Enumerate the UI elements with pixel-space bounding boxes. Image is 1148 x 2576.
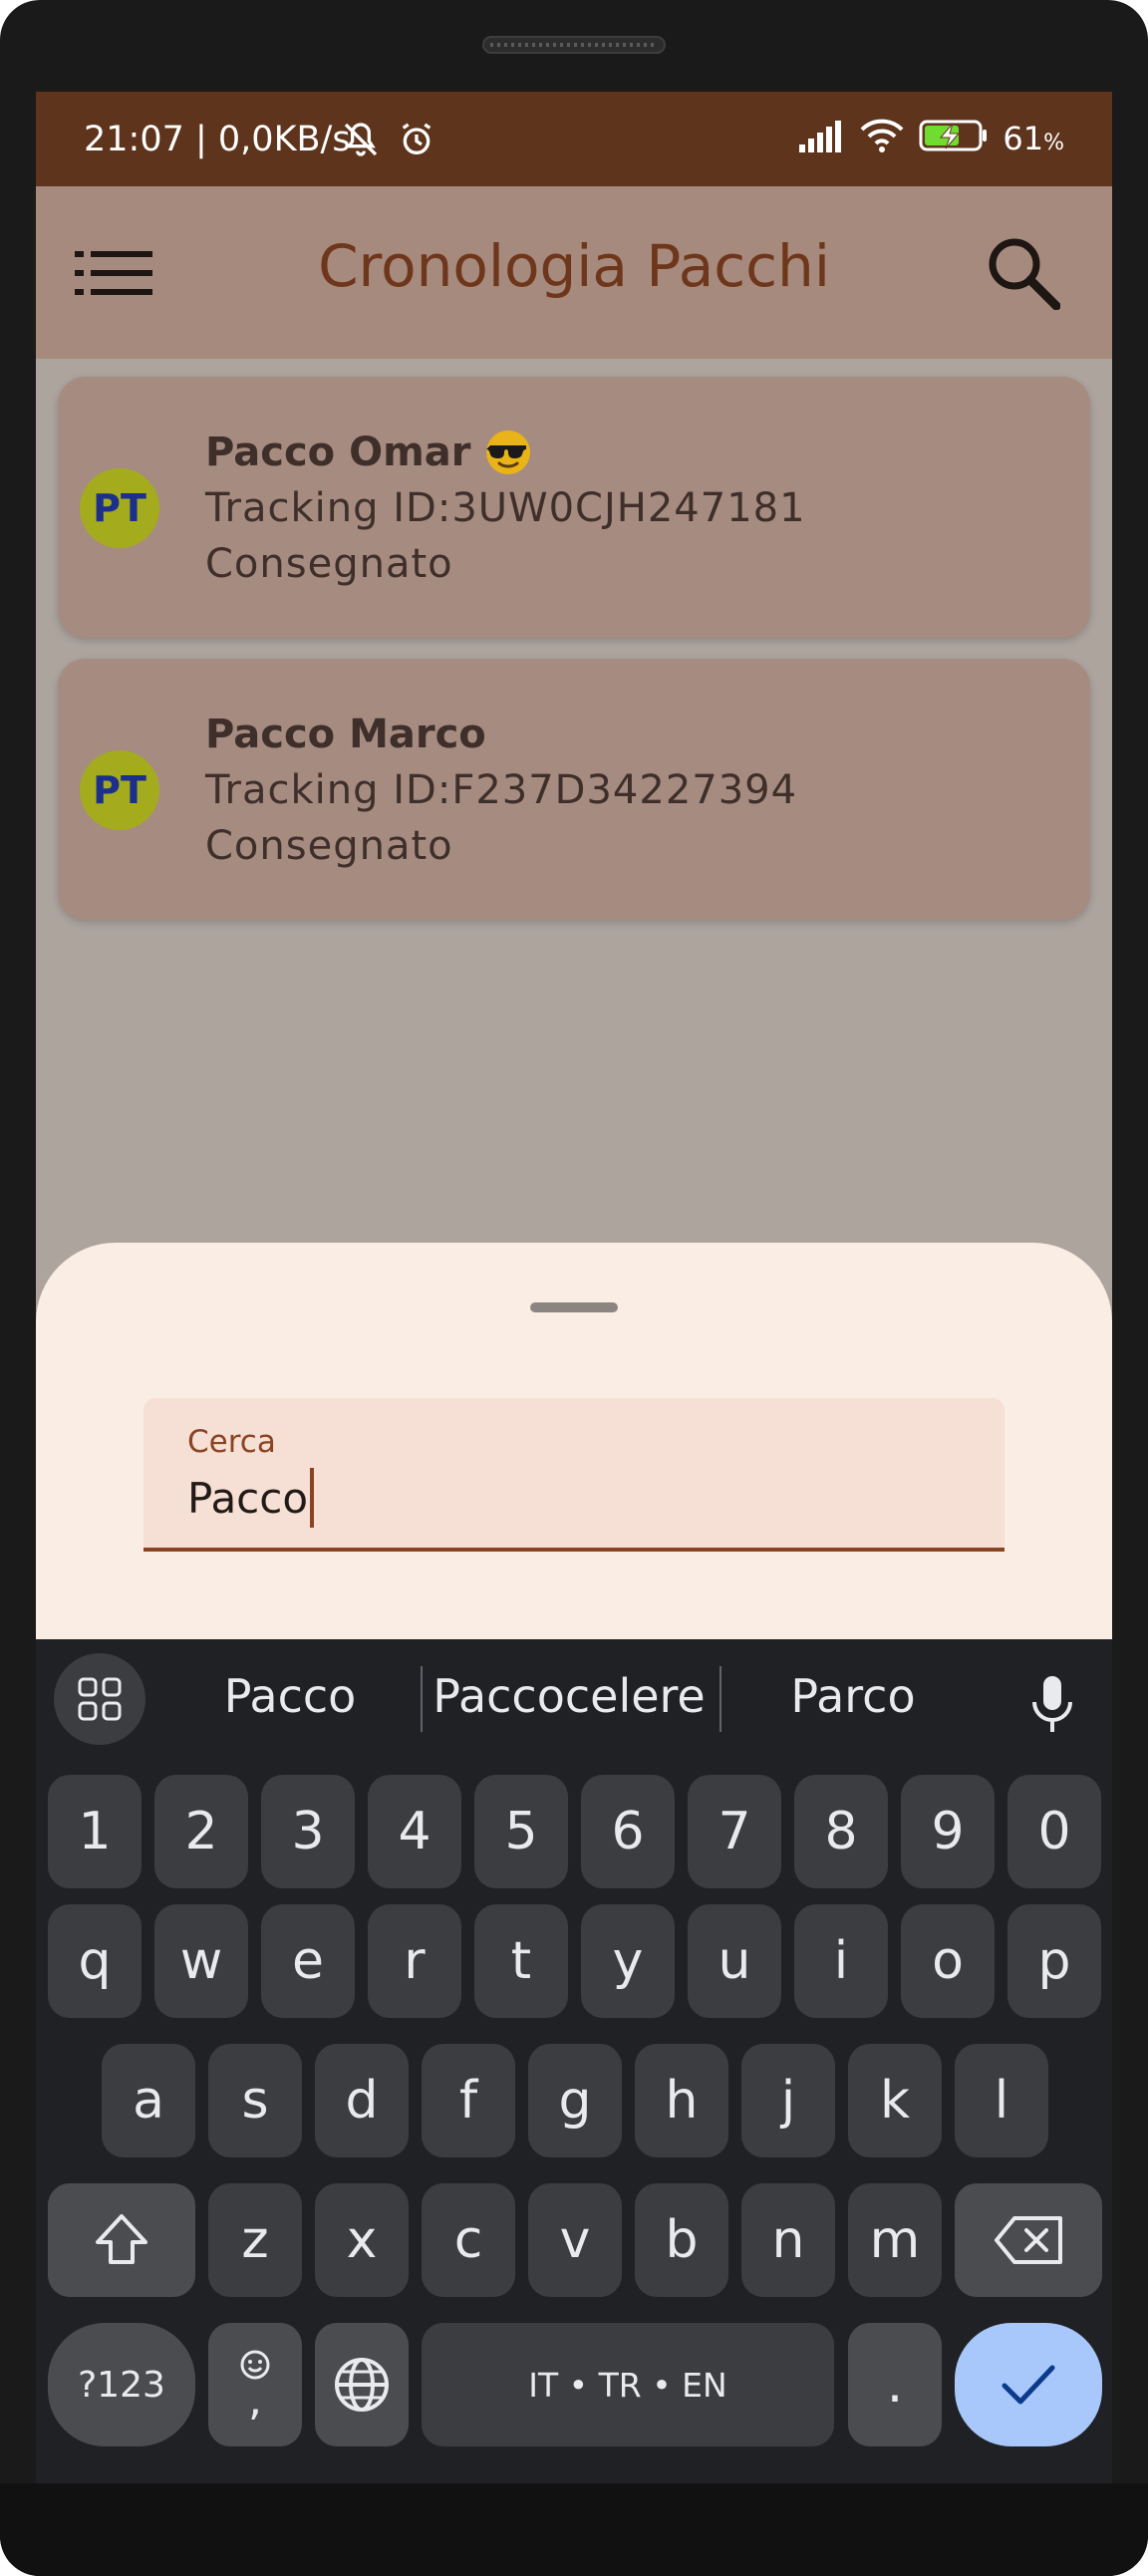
search-bottom-sheet: Cerca Pacco [36, 1243, 1112, 1661]
tracking-id: Tracking ID:F237D34227394 [205, 767, 798, 813]
key-5[interactable]: 5 [474, 1775, 568, 1888]
package-card[interactable]: PT Pacco Omar Tracking ID:3UW0CJH247181 … [58, 377, 1090, 638]
key-7[interactable]: 7 [688, 1775, 781, 1888]
search-field-label: Cerca [187, 1424, 276, 1460]
period-key[interactable]: . [848, 2323, 942, 2446]
key-4[interactable]: 4 [368, 1775, 461, 1888]
suggestion-item[interactable]: Paccocelere [425, 1669, 714, 1723]
microphone-icon [1032, 1676, 1072, 1732]
courier-avatar: PT [80, 468, 159, 548]
key-c[interactable]: c [422, 2183, 515, 2297]
emoji-comma-key[interactable]: , [208, 2323, 302, 2446]
keyboard-apps-button[interactable] [54, 1653, 145, 1745]
space-key[interactable]: IT • TR • EN [422, 2323, 834, 2446]
key-u[interactable]: u [688, 1904, 781, 2018]
key-g[interactable]: g [528, 2044, 622, 2157]
search-button[interactable] [983, 232, 1062, 312]
package-name: Pacco Marco [205, 712, 486, 757]
app-bar: Cronologia Pacchi [36, 186, 1112, 359]
shift-key[interactable] [48, 2183, 195, 2297]
key-3[interactable]: 3 [261, 1775, 355, 1888]
key-8[interactable]: 8 [794, 1775, 888, 1888]
key-k[interactable]: k [848, 2044, 942, 2157]
status-bar: 21:07 | 0,0KB/s 61% [36, 92, 1112, 186]
package-list: PT Pacco Omar Tracking ID:3UW0CJH247181 … [58, 377, 1090, 941]
key-z[interactable]: z [208, 2183, 302, 2297]
key-m[interactable]: m [848, 2183, 942, 2297]
phone-frame: 21:07 | 0,0KB/s 61% Cronologia Pacchi PT… [0, 0, 1148, 2576]
battery-percent: 61% [1003, 119, 1064, 157]
backspace-icon [995, 2216, 1062, 2264]
page-title: Cronologia Pacchi [318, 232, 830, 300]
battery-charging-icon [919, 119, 989, 157]
suggestion-divider [421, 1666, 423, 1732]
package-card[interactable]: PT Pacco Marco Tracking ID:F237D34227394… [58, 659, 1090, 920]
search-icon [989, 238, 1060, 310]
key-p[interactable]: p [1007, 1904, 1101, 2018]
text-cursor [310, 1468, 315, 1528]
courier-avatar: PT [80, 750, 159, 830]
key-9[interactable]: 9 [901, 1775, 995, 1888]
shift-arrow-icon [96, 2214, 147, 2264]
key-2[interactable]: 2 [154, 1775, 248, 1888]
search-input[interactable]: Pacco [187, 1474, 308, 1523]
comma-label: , [248, 2375, 262, 2426]
drag-handle[interactable] [530, 1302, 618, 1312]
key-i[interactable]: i [794, 1904, 888, 2018]
key-l[interactable]: l [955, 2044, 1048, 2157]
voice-input-button[interactable] [1022, 1669, 1082, 1739]
checkmark-icon [1002, 2365, 1055, 2405]
globe-icon [335, 2358, 389, 2412]
key-h[interactable]: h [635, 2044, 728, 2157]
key-f[interactable]: f [422, 2044, 515, 2157]
key-y[interactable]: y [581, 1904, 675, 2018]
tracking-id: Tracking ID:3UW0CJH247181 [205, 485, 806, 531]
wifi-icon [859, 118, 905, 158]
package-status: Consegnato [205, 541, 453, 587]
key-w[interactable]: w [154, 1904, 248, 2018]
backspace-key[interactable] [955, 2183, 1102, 2297]
key-s[interactable]: s [208, 2044, 302, 2157]
key-b[interactable]: b [635, 2183, 728, 2297]
key-0[interactable]: 0 [1007, 1775, 1101, 1888]
alarm-icon [397, 120, 436, 164]
key-6[interactable]: 6 [581, 1775, 675, 1888]
package-name: Pacco Omar [205, 429, 471, 475]
symbols-key[interactable]: ?123 [48, 2323, 195, 2446]
sunglasses-emoji-icon [486, 430, 531, 474]
search-field[interactable]: Cerca Pacco [144, 1398, 1004, 1552]
grid-apps-icon [78, 1677, 122, 1721]
key-j[interactable]: j [741, 2044, 835, 2157]
onscreen-keyboard: Pacco Paccocelere Parco 1 2 3 4 5 6 7 8 … [36, 1639, 1112, 2483]
suggestion-strip: Pacco Paccocelere Parco [36, 1639, 1112, 1764]
status-time: 21:07 | 0,0KB/s [84, 120, 351, 159]
suggestion-item[interactable]: Parco [723, 1669, 983, 1723]
muted-bell-icon [341, 120, 381, 164]
key-r[interactable]: r [368, 1904, 461, 2018]
key-t[interactable]: t [474, 1904, 568, 2018]
key-v[interactable]: v [528, 2183, 622, 2297]
key-e[interactable]: e [261, 1904, 355, 2018]
key-a[interactable]: a [102, 2044, 195, 2157]
phone-screen: 21:07 | 0,0KB/s 61% Cronologia Pacchi PT… [36, 92, 1112, 2483]
enter-key[interactable] [955, 2323, 1102, 2446]
key-x[interactable]: x [315, 2183, 409, 2297]
earpiece-speaker [482, 36, 666, 54]
key-o[interactable]: o [901, 1904, 995, 2018]
key-d[interactable]: d [315, 2044, 409, 2157]
suggestion-item[interactable]: Pacco [165, 1669, 415, 1723]
key-1[interactable]: 1 [48, 1775, 142, 1888]
language-key[interactable] [315, 2323, 409, 2446]
signal-icon [799, 119, 845, 157]
key-n[interactable]: n [741, 2183, 835, 2297]
key-q[interactable]: q [48, 1904, 142, 2018]
suggestion-divider [719, 1666, 721, 1732]
bottom-bezel [0, 2483, 1148, 2576]
package-status: Consegnato [205, 823, 453, 869]
